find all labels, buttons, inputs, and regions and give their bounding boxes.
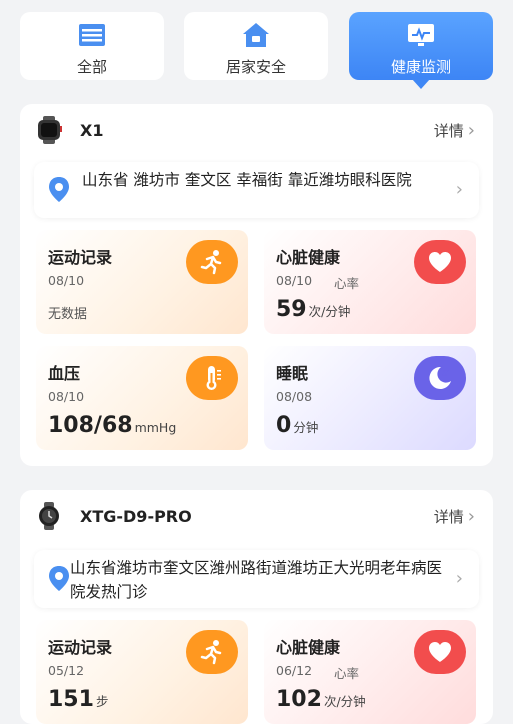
tile-title: 心脏健康 (276, 248, 341, 267)
detail-label: 详情 (433, 122, 464, 140)
device-name: X1 (80, 121, 104, 140)
tile-date: 08/10 (48, 273, 85, 288)
location-row[interactable]: 山东省潍坊市奎文区潍州路街道潍坊正大光明老年病医院发热门诊 › (34, 550, 479, 608)
sleep-value: 0 (276, 413, 292, 438)
location-address: 山东省 潍坊市 奎文区 幸福街 靠近潍坊眼科医院 (82, 171, 412, 189)
chevron-right-icon: › (455, 179, 463, 200)
heart-rate-unit: 次/分钟 (323, 694, 366, 709)
location-row[interactable]: 山东省 潍坊市 奎文区 幸福街 靠近潍坊眼科医院 › (34, 162, 479, 218)
blood-pressure-unit: mmHg (134, 420, 177, 435)
activity-tile[interactable]: 运动记录 05/12 151 步 (36, 620, 248, 724)
tile-title: 运动记录 (48, 248, 113, 267)
blood-pressure-tile[interactable]: 血压 08/10 108/68 mmHg (36, 346, 248, 450)
tab-all[interactable]: 全部 (20, 12, 164, 80)
detail-label: 详情 (433, 508, 464, 526)
list-icon (77, 20, 107, 50)
heart-rate-value: 102 (276, 687, 322, 712)
tab-health-monitor-label: 健康监测 (390, 58, 451, 76)
watch-icon (36, 502, 64, 530)
steps-value: 151 (48, 687, 94, 712)
tile-date: 06/12 (276, 663, 313, 678)
watch-icon (36, 116, 64, 144)
tile-empty-text: 无数据 (48, 307, 88, 322)
tile-title: 心脏健康 (276, 638, 341, 657)
sleep-tile[interactable]: 睡眠 08/08 0 分钟 (264, 346, 476, 450)
location-pin-icon (46, 176, 72, 204)
tile-value: 102 次/分钟 (276, 687, 366, 712)
tile-title: 睡眠 (276, 364, 309, 383)
tile-value: 108/68 mmHg (48, 413, 176, 438)
chevron-right-icon: › (455, 568, 463, 589)
running-icon (186, 630, 238, 674)
steps-unit: 步 (95, 694, 109, 709)
tab-home-safety[interactable]: 居家安全 (184, 12, 328, 80)
tile-value: 151 步 (48, 687, 108, 712)
heart-icon (414, 630, 466, 674)
monitor-chart-icon (406, 20, 436, 50)
home-icon (241, 20, 271, 50)
device-card-header: X1 详情 › (20, 104, 493, 160)
tile-value: 0 分钟 (276, 413, 318, 438)
device-card: X1 详情 › 山东省 潍坊市 奎文区 幸福街 靠近潍坊眼科医院 › 运动记录 … (20, 104, 493, 466)
device-card-header: XTG-D9-PRO 详情 › (20, 490, 493, 546)
device-name: XTG-D9-PRO (80, 507, 192, 526)
device-detail-link[interactable]: 详情 › (434, 506, 475, 527)
moon-sleep-icon (414, 356, 466, 400)
thermometer-icon (186, 356, 238, 400)
activity-tile[interactable]: 运动记录 08/10 无数据 (36, 230, 248, 334)
device-card: XTG-D9-PRO 详情 › 山东省潍坊市奎文区潍州路街道潍坊正大光明老年病医… (20, 490, 493, 724)
tab-health-monitor[interactable]: 健康监测 (349, 12, 493, 89)
heart-health-tile[interactable]: 心脏健康 08/10 心率 59 次/分钟 (264, 230, 476, 334)
sleep-unit: 分钟 (293, 420, 319, 435)
blood-pressure-value: 108/68 (48, 413, 133, 438)
tile-date: 05/12 (48, 663, 85, 678)
tile-title: 血压 (48, 364, 81, 383)
heart-health-tile[interactable]: 心脏健康 06/12 心率 102 次/分钟 (264, 620, 476, 724)
tile-metric-label: 心率 (334, 666, 360, 681)
tile-date: 08/08 (276, 389, 313, 404)
location-pin-icon (46, 565, 72, 593)
tile-metric-label: 心率 (334, 276, 360, 291)
chevron-right-icon: › (467, 506, 475, 527)
tile-value: 59 次/分钟 (276, 297, 350, 322)
tile-date: 08/10 (48, 389, 85, 404)
heart-rate-value: 59 (276, 297, 307, 322)
tab-all-label: 全部 (76, 58, 107, 76)
device-detail-link[interactable]: 详情 › (434, 120, 475, 141)
location-address: 山东省潍坊市奎文区潍州路街道潍坊正大光明老年病医院发热门诊 (70, 559, 443, 601)
running-icon (186, 240, 238, 284)
tile-title: 运动记录 (48, 638, 113, 657)
heart-icon (414, 240, 466, 284)
tile-date: 08/10 (276, 273, 313, 288)
heart-rate-unit: 次/分钟 (308, 304, 351, 319)
tab-home-safety-label: 居家安全 (225, 58, 286, 76)
chevron-right-icon: › (467, 120, 475, 141)
category-tabs: 全部 居家安全 健康监测 (0, 0, 513, 92)
